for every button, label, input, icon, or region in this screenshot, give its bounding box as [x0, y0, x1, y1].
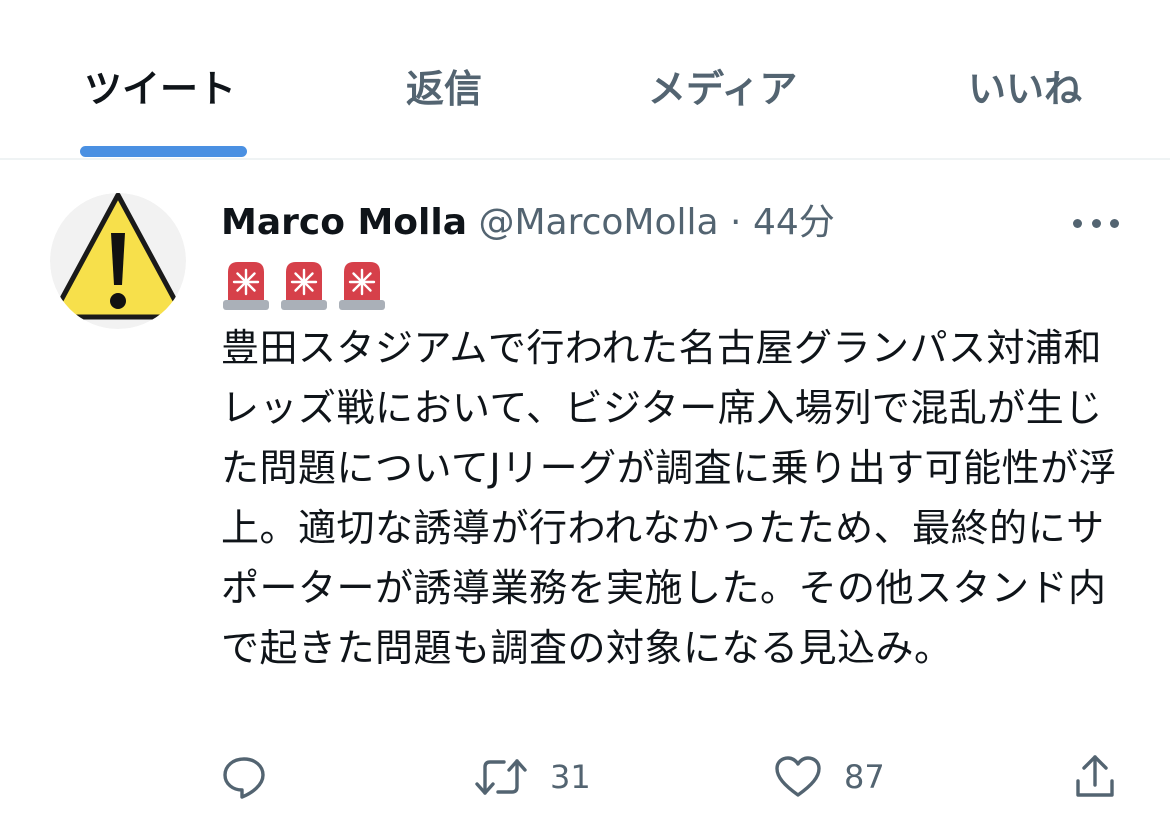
author-handle[interactable]: @MarcoMolla [478, 202, 718, 243]
more-dot-icon [1073, 218, 1082, 228]
like-button[interactable]: 87 [774, 745, 885, 809]
share-icon [1076, 755, 1114, 797]
retweet-icon [475, 759, 527, 795]
police-car-light-icon [223, 262, 269, 310]
tweet-timestamp[interactable]: 44分 [753, 202, 835, 243]
tab-replies[interactable]: 返信 [406, 58, 482, 111]
reply-icon [223, 757, 265, 799]
tab-tweets[interactable]: ツイート [84, 58, 236, 111]
tweet-text: 豊田スタジアムで行われた名古屋グランパス対浦和レッズ戦において、ビジター席入場列… [221, 326, 1118, 670]
active-tab-indicator [80, 146, 247, 157]
retweet-button[interactable]: 31 [474, 745, 591, 809]
profile-tab-bar: ツイート 返信 メディア いいね [0, 0, 1170, 160]
author-name[interactable]: Marco Molla [221, 202, 467, 243]
reply-button[interactable] [220, 745, 290, 809]
more-options-button[interactable] [1073, 210, 1119, 236]
tab-likes[interactable]: いいね [968, 58, 1082, 111]
avatar[interactable] [50, 193, 186, 329]
tweet-author-line: Marco Molla @MarcoMolla · 44分 [221, 200, 835, 250]
heart-icon [775, 756, 821, 797]
tab-media[interactable]: メディア [648, 58, 797, 111]
police-car-light-icon [281, 262, 327, 310]
tweet-action-bar: 31 87 [0, 745, 1170, 815]
warning-sign-icon [50, 193, 186, 329]
share-button[interactable] [1074, 745, 1116, 809]
separator-dot: · [730, 202, 742, 243]
emoji-row [221, 258, 387, 312]
more-dot-icon [1091, 218, 1101, 228]
retweet-count: 31 [550, 758, 591, 796]
like-count: 87 [844, 758, 885, 796]
more-dot-icon [1110, 218, 1119, 228]
police-car-light-icon [339, 262, 385, 310]
